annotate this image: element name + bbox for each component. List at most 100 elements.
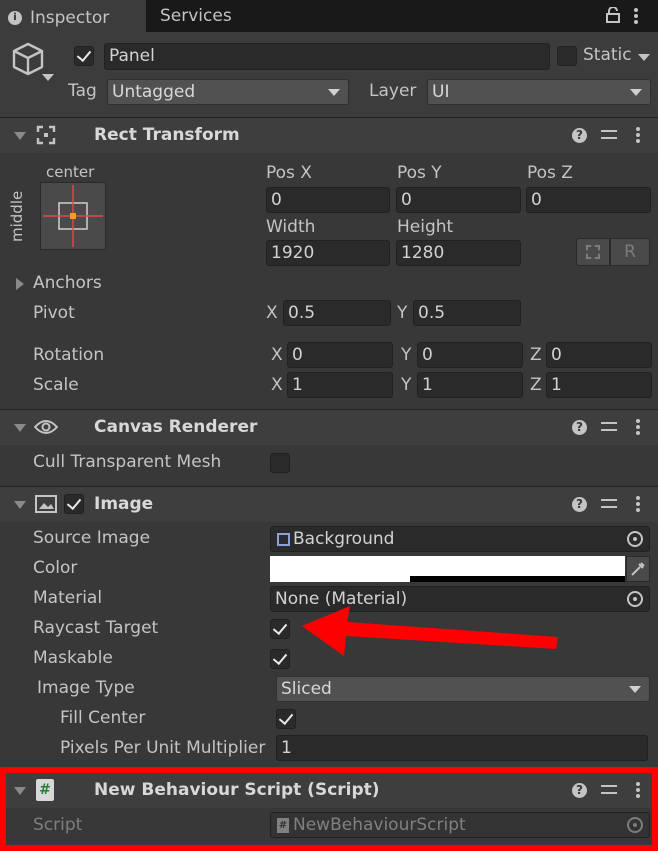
pivot-x-label: X xyxy=(266,303,278,323)
rect-transform-header[interactable]: Rect Transform ? xyxy=(0,117,658,153)
pivot-label: Pivot xyxy=(33,303,75,323)
layer-value: UI xyxy=(432,82,450,102)
object-picker-icon[interactable] xyxy=(627,591,643,607)
height-label: Height xyxy=(397,217,454,237)
context-menu-icon[interactable] xyxy=(636,127,640,143)
scale-x-field[interactable]: 1 xyxy=(287,372,393,398)
image-header[interactable]: Image ? xyxy=(0,486,658,522)
annotation-arrow xyxy=(302,606,558,656)
chevron-down-icon xyxy=(630,89,642,96)
alpha-bar xyxy=(410,576,625,582)
canvas-renderer-title: Canvas Renderer xyxy=(94,417,258,437)
maskable-label: Maskable xyxy=(33,648,113,668)
context-menu-icon[interactable] xyxy=(636,419,640,435)
tab-inspector[interactable]: i Inspector xyxy=(0,0,146,32)
cull-transparent-mesh-checkbox[interactable] xyxy=(270,453,290,473)
tab-services[interactable]: Services xyxy=(150,0,242,32)
raw-edit-button[interactable]: R xyxy=(610,238,650,266)
rotation-x-field[interactable]: 0 xyxy=(287,342,393,368)
image-type-dropdown[interactable]: Sliced xyxy=(276,676,650,702)
pixels-per-unit-field[interactable]: 1 xyxy=(276,735,648,761)
image-component-icon xyxy=(35,495,57,513)
color-label: Color xyxy=(33,558,78,578)
presets-icon[interactable] xyxy=(601,420,617,434)
annotation-highlight-box xyxy=(0,767,658,851)
height-field[interactable]: 1280 xyxy=(396,240,521,266)
scale-x-label: X xyxy=(271,375,283,395)
help-icon[interactable]: ? xyxy=(572,497,587,512)
info-icon: i xyxy=(8,11,22,25)
context-menu-icon[interactable] xyxy=(636,496,640,512)
pos-x-label: Pos X xyxy=(266,163,312,183)
tag-dropdown[interactable]: Untagged xyxy=(107,79,349,105)
foldout-arrow-icon[interactable] xyxy=(14,132,26,140)
tag-label: Tag xyxy=(68,81,97,101)
lock-icon[interactable] xyxy=(606,6,620,23)
rect-transform-title: Rect Transform xyxy=(94,125,240,145)
chevron-down-icon xyxy=(328,89,340,96)
layer-label: Layer xyxy=(369,81,417,101)
scale-label: Scale xyxy=(33,375,79,395)
layer-dropdown[interactable]: UI xyxy=(427,79,651,105)
blueprint-mode-button[interactable] xyxy=(576,238,610,266)
presets-icon[interactable] xyxy=(601,128,617,142)
scale-y-label: Y xyxy=(401,375,412,395)
anchors-foldout-icon[interactable] xyxy=(16,278,24,290)
tag-value: Untagged xyxy=(112,82,196,102)
width-label: Width xyxy=(266,217,316,237)
rotation-label: Rotation xyxy=(33,345,105,365)
object-picker-icon[interactable] xyxy=(627,531,643,547)
static-checkbox[interactable] xyxy=(557,46,577,66)
scale-z-field[interactable]: 1 xyxy=(546,372,652,398)
pos-x-field[interactable]: 0 xyxy=(266,187,390,213)
image-title: Image xyxy=(94,494,154,514)
gameobject-cube-icon[interactable] xyxy=(12,42,44,76)
pivot-x-field[interactable]: 0.5 xyxy=(283,300,391,326)
tab-services-label: Services xyxy=(160,6,232,26)
active-checkbox[interactable] xyxy=(74,46,94,66)
help-icon[interactable]: ? xyxy=(572,128,587,143)
color-swatch[interactable] xyxy=(270,556,625,582)
fill-center-label: Fill Center xyxy=(60,708,146,728)
static-caret-icon[interactable] xyxy=(638,54,650,61)
tab-menu-icon[interactable] xyxy=(634,8,638,24)
pivot-y-label: Y xyxy=(397,303,408,323)
icon-dropdown-caret[interactable] xyxy=(42,74,54,81)
source-image-label: Source Image xyxy=(33,528,151,548)
anchor-vertical-label: middle xyxy=(8,190,26,242)
scale-z-label: Z xyxy=(530,375,542,395)
help-icon[interactable]: ? xyxy=(572,420,587,435)
maskable-checkbox[interactable] xyxy=(270,649,290,669)
pivot-y-field[interactable]: 0.5 xyxy=(413,300,521,326)
source-image-field[interactable]: Background xyxy=(270,526,650,552)
image-type-value: Sliced xyxy=(281,679,332,699)
anchor-horizontal-label: center xyxy=(46,163,95,181)
fill-center-checkbox[interactable] xyxy=(276,709,296,729)
foldout-arrow-icon[interactable] xyxy=(14,424,26,432)
eyedropper-icon xyxy=(631,562,645,576)
chevron-down-icon xyxy=(629,686,641,693)
scale-y-field[interactable]: 1 xyxy=(417,372,523,398)
rotation-z-label: Z xyxy=(530,345,542,365)
pos-y-field[interactable]: 0 xyxy=(396,187,521,213)
anchor-presets-button[interactable] xyxy=(40,182,106,250)
raycast-target-checkbox[interactable] xyxy=(270,619,290,639)
pos-z-label: Pos Z xyxy=(527,163,573,183)
cull-transparent-mesh-label: Cull Transparent Mesh xyxy=(33,452,222,472)
eyedropper-button[interactable] xyxy=(626,556,650,582)
object-name-field[interactable]: Panel xyxy=(104,43,550,70)
pos-z-field[interactable]: 0 xyxy=(526,187,651,213)
pixels-per-unit-label: Pixels Per Unit Multiplier xyxy=(60,738,266,758)
static-label[interactable]: Static xyxy=(583,45,632,65)
anchors-label[interactable]: Anchors xyxy=(33,273,102,293)
presets-icon[interactable] xyxy=(601,497,617,511)
width-field[interactable]: 1920 xyxy=(266,240,390,266)
image-enabled-checkbox[interactable] xyxy=(64,494,84,514)
foldout-arrow-icon[interactable] xyxy=(14,501,26,509)
canvas-renderer-header[interactable]: Canvas Renderer ? xyxy=(0,409,658,445)
rotation-z-field[interactable]: 0 xyxy=(546,342,652,368)
tab-bar: i Inspector Services xyxy=(0,0,658,32)
rotation-y-field[interactable]: 0 xyxy=(417,342,523,368)
image-type-label: Image Type xyxy=(37,678,135,698)
raycast-target-label: Raycast Target xyxy=(33,618,159,638)
